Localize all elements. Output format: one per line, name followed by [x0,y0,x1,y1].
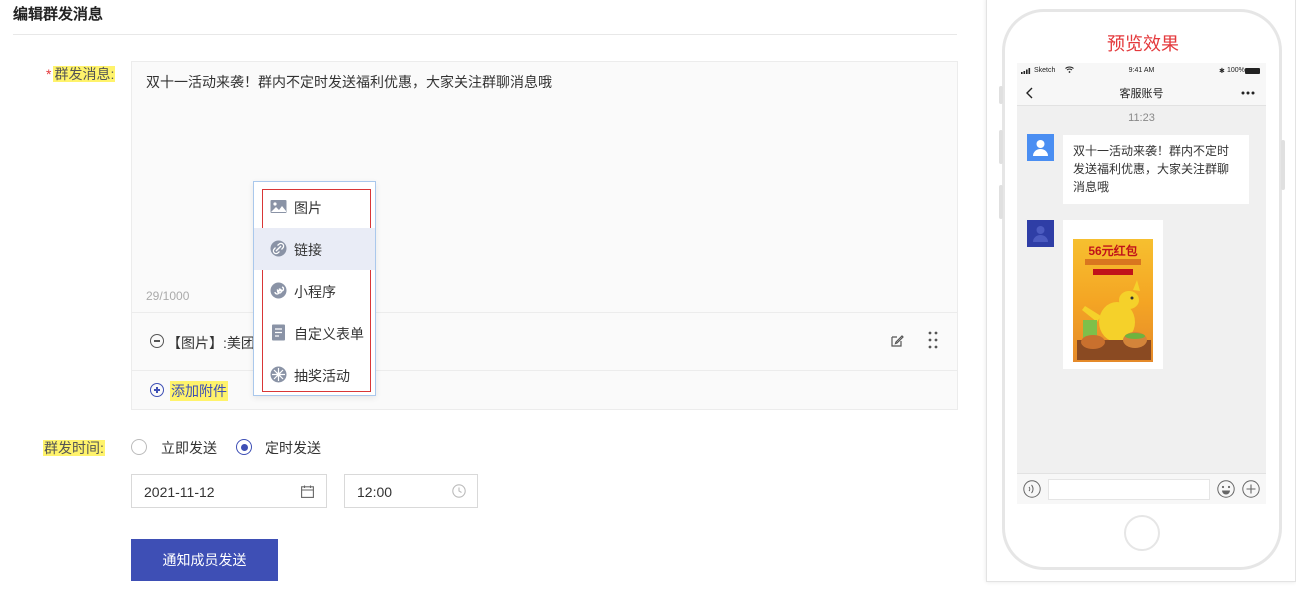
page-title: 编辑群发消息 [13,6,104,23]
notify-members-send-button[interactable]: 通知成员发送 [131,539,278,581]
title-divider [13,34,957,35]
preview-image-bubble: 56元红包 [1063,220,1163,369]
message-label: * 群发消息: [46,64,116,84]
preview-message-bubble: 双十一活动来袭！群内不定时发送福利优惠，大家关注群聊消息哦 [1063,135,1249,204]
mini-program-icon [270,282,287,299]
phone-status-bar: Sketch 9:41 AM ✱ 100% [1017,63,1266,80]
message-text: 双十一活动来袭！群内不定时发送福利优惠，大家关注群聊消息哦 [146,74,552,90]
plus-circle-icon [150,383,164,397]
send-time-label: 群发时间: [43,438,105,458]
menu-item-mini-program[interactable]: 小程序 [254,270,375,312]
scheduled-send-radio[interactable] [236,439,252,455]
edit-icon[interactable] [890,334,904,348]
send-now-label[interactable]: 立即发送 [161,438,217,458]
emoji-icon[interactable] [1217,480,1235,498]
sender-avatar [1027,220,1054,247]
attachment-type-menu: 图片 链接 小程序 自定义表单 抽奖活动 [253,181,376,396]
phone-volume-up [999,130,1003,164]
plus-icon[interactable] [1242,480,1260,498]
user-silhouette-icon [1033,226,1048,242]
chat-nav-bar: 客服账号 [1017,80,1266,106]
poster-logo-strip [1073,228,1153,239]
send-now-radio[interactable] [131,439,147,455]
chat-timestamp: 11:23 [1128,112,1155,124]
poster-subline [1085,259,1141,265]
menu-item-lottery[interactable]: 抽奖活动 [254,354,375,396]
more-icon[interactable] [1241,91,1255,95]
poster-badge [1093,269,1133,275]
menu-item-label: 抽奖活动 [294,368,350,384]
preview-title: 预览效果 [1107,34,1179,54]
kangaroo-mascot-illustration [1077,280,1151,360]
time-picker-input[interactable]: 12:00 [344,474,478,508]
message-label-text: 群发消息: [53,66,116,82]
drag-handle-icon[interactable] [928,331,938,349]
date-picker-input[interactable]: 2021-11-12 [131,474,327,508]
calendar-icon [301,485,314,498]
send-time-label-text: 群发时间: [43,440,105,456]
date-value: 2021-11-12 [144,484,215,500]
menu-item-label: 图片 [294,200,322,216]
chat-title: 客服账号 [1119,88,1164,100]
phone-screen: Sketch 9:41 AM ✱ 100% 客服账号 11:23 双十一活动来袭… [1017,63,1266,504]
lottery-icon [270,366,287,383]
voice-icon[interactable] [1023,480,1041,498]
clock-icon [452,484,466,498]
menu-item-link[interactable]: 链接 [254,228,375,270]
menu-item-label: 小程序 [294,284,336,300]
phone-mute-switch [999,86,1003,104]
remove-attachment-icon[interactable] [150,334,164,348]
link-icon [270,240,287,257]
promo-poster-image: 56元红包 [1073,228,1153,362]
battery-icon [1245,68,1260,74]
required-mark: * [46,66,52,82]
form-icon [272,324,285,341]
attachment-text: 【图片】:美团 [167,335,255,351]
chat-text-input[interactable] [1048,479,1210,500]
add-attachment-link[interactable]: 添加附件 [170,381,228,401]
chat-input-bar [1017,473,1266,504]
time-value: 12:00 [357,484,393,500]
scheduled-send-label[interactable]: 定时发送 [265,438,321,458]
phone-home-button [1124,515,1160,551]
message-char-count: 29/1000 [146,289,190,303]
phone-volume-down [999,185,1003,219]
battery-percent: 100% [1227,67,1245,74]
poster-headline: 56元红包 [1088,244,1138,258]
phone-power-button [1281,140,1285,190]
menu-item-label: 自定义表单 [294,326,364,342]
user-silhouette-icon [1033,140,1048,156]
image-icon [270,200,287,213]
bluetooth-icon: ✱ [1219,68,1225,75]
menu-item-custom-form[interactable]: 自定义表单 [254,312,375,354]
menu-item-label: 链接 [294,242,322,258]
menu-item-image[interactable]: 图片 [254,186,375,228]
sender-avatar [1027,134,1054,161]
